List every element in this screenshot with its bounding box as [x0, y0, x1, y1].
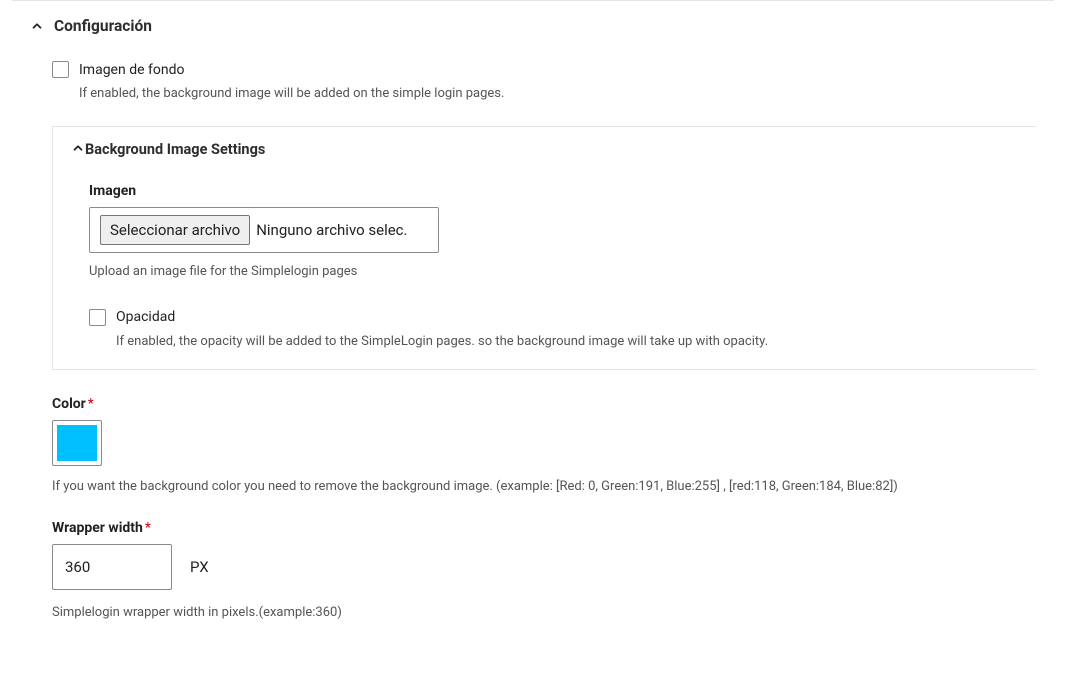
wrapper-width-input[interactable] [52, 544, 172, 590]
color-picker[interactable] [52, 420, 102, 466]
required-indicator: * [145, 520, 151, 536]
bg-settings-toggle[interactable]: Background Image Settings [53, 127, 1036, 173]
opacity-checkbox-label: Opacidad [116, 309, 175, 325]
file-select-button[interactable]: Seleccionar archivo [100, 215, 250, 245]
image-helper: Upload an image file for the Simplelogin… [89, 263, 1006, 281]
wrapper-width-label: Wrapper width [52, 520, 143, 536]
color-label: Color [52, 396, 86, 412]
color-helper: If you want the background color you nee… [52, 478, 1054, 496]
file-status-text: Ninguno archivo selec. [256, 221, 407, 239]
bg-settings-title: Background Image Settings [85, 141, 265, 158]
color-swatch [57, 425, 97, 461]
image-file-input[interactable]: Seleccionar archivo Ninguno archivo sele… [89, 207, 439, 253]
bg-image-helper: If enabled, the background image will be… [79, 84, 1036, 104]
wrapper-width-unit: PX [190, 558, 209, 576]
chevron-up-icon [71, 141, 85, 159]
opacity-helper: If enabled, the opacity will be added to… [116, 332, 1006, 352]
chevron-up-icon [30, 19, 44, 33]
required-indicator: * [88, 396, 94, 412]
opacity-checkbox[interactable] [89, 309, 106, 326]
image-label: Imagen [89, 183, 1006, 199]
bg-image-checkbox-label: Imagen de fondo [79, 62, 184, 78]
config-section-toggle[interactable]: Configuración [12, 1, 1054, 51]
config-section-title: Configuración [54, 17, 152, 35]
wrapper-width-helper: Simplelogin wrapper width in pixels.(exa… [52, 604, 1054, 622]
bg-image-checkbox[interactable] [52, 61, 69, 78]
